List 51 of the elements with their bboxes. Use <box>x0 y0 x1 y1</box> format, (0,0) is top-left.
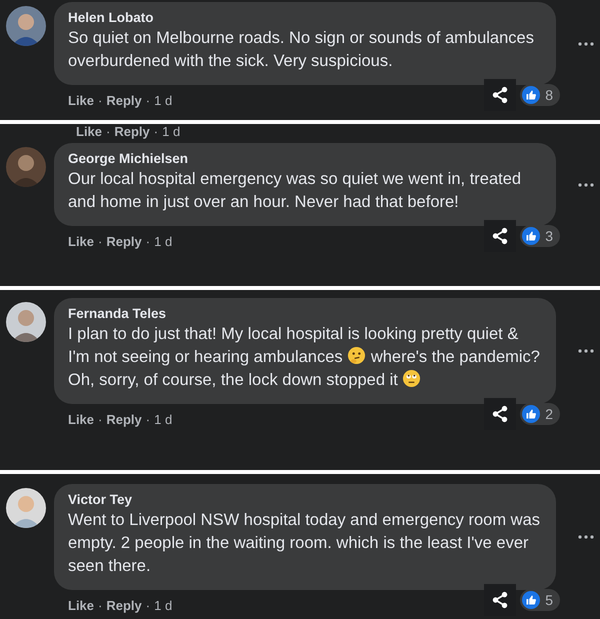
separator-dot: · <box>98 234 102 249</box>
comment-time: 1 d <box>154 93 172 108</box>
share-icon <box>491 591 510 609</box>
action-link[interactable]: Reply <box>106 93 142 108</box>
action-link[interactable]: Reply <box>114 124 150 139</box>
action-link[interactable]: Like <box>68 412 94 427</box>
like-icon <box>522 227 540 245</box>
action-link[interactable]: Reply <box>106 598 142 613</box>
action-link[interactable]: Reply <box>106 412 142 427</box>
eye-roll-emoji-icon <box>402 369 422 388</box>
separator-dot: · <box>146 412 150 427</box>
share-icon <box>491 227 510 245</box>
comment-time: 1 d <box>154 598 172 613</box>
author-name: George Michielsen <box>68 151 190 166</box>
more-options-icon[interactable] <box>578 182 594 186</box>
like-icon <box>522 591 540 609</box>
comment-time: 1 d <box>162 124 180 139</box>
comment-text: I plan to do just that! My local hospital is looking pretty quiet & I'm not seeing or hearing ambulances where's the pandemic? Oh, sorry, of course, the lock down stopped it <box>68 324 541 391</box>
comment-text: Our local hospital emergency was so quiet we went in, treated and home in just over an hour. Never had that before! <box>68 169 522 213</box>
author-name: Fernanda Teles <box>68 306 168 321</box>
separator-dot: · <box>146 234 150 249</box>
separator-dot: · <box>154 124 158 139</box>
more-options-icon[interactable] <box>578 349 594 353</box>
separator-dot: · <box>98 598 102 613</box>
separator-dot: · <box>106 124 110 139</box>
action-link[interactable]: Like <box>76 124 102 139</box>
comment-time: 1 d <box>154 234 172 249</box>
action-link[interactable]: Like <box>68 93 94 108</box>
like-count[interactable]: 8 <box>520 84 560 106</box>
thinking-emoji-icon <box>347 346 366 365</box>
author-name: Victor Tey <box>68 492 134 507</box>
separator-dot: · <box>146 598 150 613</box>
like-count[interactable]: 2 <box>520 403 560 425</box>
more-options-icon[interactable] <box>578 535 594 539</box>
like-icon <box>522 405 540 423</box>
like-count[interactable]: 3 <box>520 225 560 247</box>
action-link[interactable]: Like <box>68 598 94 613</box>
comment-text: So quiet on Melbourne roads. No sign or sounds of ambulances overburdened with the sick. Very suspicious. <box>68 28 535 72</box>
like-count[interactable]: 5 <box>520 589 560 611</box>
comment-time: 1 d <box>154 412 172 427</box>
separator-dot: · <box>146 93 150 108</box>
separator-dot: · <box>98 93 102 108</box>
share-icon <box>491 86 510 104</box>
author-name: Helen Lobato <box>68 10 155 25</box>
more-options-icon[interactable] <box>578 42 594 46</box>
like-icon <box>522 86 540 104</box>
share-icon <box>491 405 510 423</box>
action-link[interactable]: Reply <box>106 234 142 249</box>
action-link[interactable]: Like <box>68 234 94 249</box>
separator-dot: · <box>98 412 102 427</box>
comment-text: Went to Liverpool NSW hospital today and emergency room was empty. 2 people in the waiting room. which is the least I've ever seen there. <box>68 510 542 577</box>
